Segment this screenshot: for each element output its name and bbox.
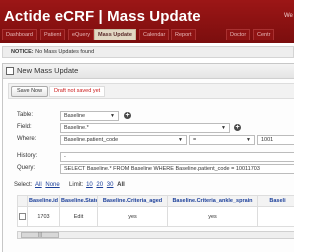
tab-dashboard[interactable]: Dashboard bbox=[2, 29, 37, 40]
table-cell bbox=[257, 206, 294, 227]
save-toolbar: Save Now Draft not saved yet bbox=[8, 83, 294, 99]
table-select[interactable]: Baseline ▼ bbox=[60, 111, 119, 121]
limit-all-label[interactable]: All bbox=[117, 182, 125, 188]
chevron-down-icon: ▼ bbox=[246, 137, 251, 143]
selection-controls: Select: All None Limit: 10 20 30 All bbox=[14, 182, 126, 188]
history-select[interactable]: - bbox=[60, 152, 294, 162]
table-cell: yes bbox=[167, 206, 258, 227]
query-label: Query: bbox=[17, 165, 36, 171]
field-select[interactable]: Baseline.* ▼ bbox=[60, 123, 230, 133]
column-header[interactable]: Baseline.State bbox=[59, 195, 98, 207]
dialog-title: New Mass Update bbox=[17, 66, 79, 75]
row-select-cell bbox=[17, 206, 28, 227]
where-label: Where: bbox=[17, 136, 37, 142]
notice-text: No Mass Updates found bbox=[35, 49, 95, 55]
draft-status: Draft not saved yet bbox=[49, 86, 106, 97]
tab-patient[interactable]: Patient bbox=[40, 29, 66, 40]
header-user-label[interactable]: We bbox=[284, 13, 293, 19]
select-all-link[interactable]: All bbox=[35, 182, 42, 188]
table-cell[interactable]: Edit bbox=[59, 206, 98, 227]
where-value-input[interactable]: 1001 bbox=[257, 135, 294, 145]
chevron-down-icon: ▼ bbox=[178, 137, 183, 143]
table-label: Table: bbox=[17, 112, 34, 118]
limit-10-link[interactable]: 10 bbox=[86, 182, 93, 188]
tab-doctor[interactable]: Doctor bbox=[226, 29, 251, 40]
save-now-button[interactable]: Save Now bbox=[11, 86, 49, 97]
tab-mass-update[interactable]: Mass Update bbox=[94, 29, 136, 40]
query-input[interactable]: SELECT Baseline.* FROM Baseline WHERE Ba… bbox=[60, 164, 294, 174]
results-table: Baseline.id Baseline.State Baseline.Crit… bbox=[17, 195, 294, 227]
main-tabs: Dashboard Patient eQuery Mass Update Cal… bbox=[0, 29, 294, 41]
history-value: - bbox=[64, 154, 66, 160]
where-operator-value: = bbox=[193, 137, 197, 143]
column-header[interactable]: Baseline.Criteria_aged bbox=[97, 195, 168, 207]
where-field-value: Baseline.patient_code bbox=[64, 137, 119, 143]
select-column-header bbox=[17, 195, 28, 207]
field-label: Field: bbox=[17, 124, 32, 130]
app-title: Actide eCRF | Mass Update bbox=[4, 8, 201, 25]
notice-bar: NOTICE: No Mass Updates found bbox=[2, 46, 294, 58]
where-field-select[interactable]: Baseline.patient_code ▼ bbox=[60, 135, 187, 145]
horizontal-scrollbar[interactable]: ||| bbox=[17, 231, 294, 239]
column-header[interactable]: Baseline.id bbox=[27, 195, 60, 207]
chevron-down-icon: ▼ bbox=[221, 125, 226, 131]
tab-report[interactable]: Report bbox=[171, 29, 196, 40]
row-checkbox[interactable] bbox=[19, 213, 26, 220]
dialog-header: New Mass Update bbox=[3, 64, 294, 79]
select-none-link[interactable]: None bbox=[45, 182, 59, 188]
table-select-value: Baseline bbox=[64, 113, 86, 119]
table-cell: yes bbox=[97, 206, 168, 227]
results-header-row: Baseline.id Baseline.State Baseline.Crit… bbox=[17, 195, 294, 207]
select-label: Select: bbox=[14, 182, 33, 188]
scrollbar-thumb[interactable]: ||| bbox=[21, 232, 59, 238]
app-header: Actide eCRF | Mass Update We Dashboard P… bbox=[0, 0, 294, 43]
where-operator-select[interactable]: = ▼ bbox=[189, 135, 255, 145]
tab-calendar[interactable]: Calendar bbox=[139, 29, 170, 40]
tab-equery[interactable]: eQuery bbox=[68, 29, 95, 40]
add-table-icon[interactable]: + bbox=[124, 112, 131, 119]
column-header[interactable]: Baseline.Criteria_ankle_sprain bbox=[167, 195, 258, 207]
tab-centr[interactable]: Centr bbox=[253, 29, 275, 40]
notice-label: NOTICE: bbox=[11, 49, 34, 55]
limit-label: Limit: bbox=[69, 182, 84, 188]
table-row: 1703 Edit yes yes bbox=[17, 206, 294, 227]
chevron-down-icon: ▼ bbox=[110, 113, 115, 119]
page: Actide eCRF | Mass Update We Dashboard P… bbox=[0, 0, 294, 252]
limit-30-link[interactable]: 30 bbox=[107, 182, 114, 188]
limit-20-link[interactable]: 20 bbox=[96, 182, 103, 188]
window-icon bbox=[6, 67, 14, 75]
add-field-icon[interactable]: + bbox=[234, 124, 241, 131]
table-cell: 1703 bbox=[27, 206, 60, 227]
field-select-value: Baseline.* bbox=[64, 125, 89, 131]
column-header[interactable]: Baseli bbox=[257, 195, 294, 207]
history-label: History: bbox=[17, 153, 38, 159]
